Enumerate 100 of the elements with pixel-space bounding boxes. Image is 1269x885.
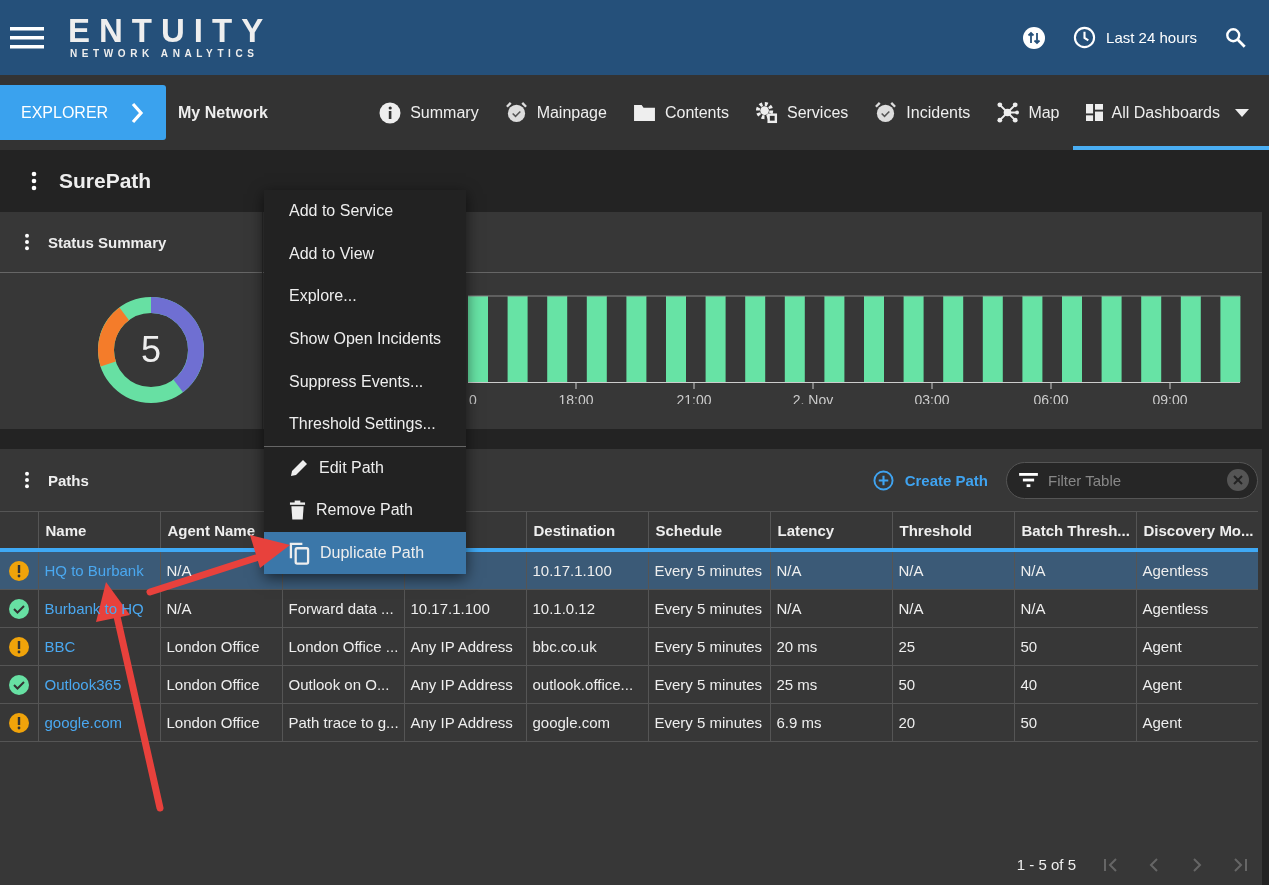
warning-icon xyxy=(9,560,29,581)
trash-icon xyxy=(289,500,306,521)
table-cell: N/A xyxy=(776,600,802,617)
table-cell: Agentless xyxy=(1142,600,1209,617)
nav-tab[interactable]: Map xyxy=(983,75,1073,150)
filter-icon xyxy=(1019,472,1038,488)
nav-tab[interactable]: Incidents xyxy=(861,75,984,150)
card-title: Status Summary xyxy=(48,233,167,251)
alarm-clock-icon xyxy=(504,101,528,124)
table-cell: 50 xyxy=(1020,638,1038,655)
copy-icon xyxy=(289,541,310,565)
table-cell: London Office ... xyxy=(288,638,399,655)
context-label: My Network xyxy=(178,103,268,122)
table-cell: N/A xyxy=(1020,562,1046,579)
column-header[interactable]: Name xyxy=(45,521,87,539)
table-cell: N/A xyxy=(898,562,924,579)
table-cell: Agentless xyxy=(1142,562,1209,579)
menu-item[interactable]: Add to Service xyxy=(264,190,466,233)
row-status-cell[interactable] xyxy=(0,550,38,590)
table-cell: 20 ms xyxy=(776,638,818,655)
pagination-label: 1 - 5 of 5 xyxy=(1016,856,1076,873)
filter-input[interactable]: Filter Table xyxy=(1046,470,1219,490)
create-path-button[interactable]: Create Path xyxy=(872,469,988,491)
add-circle-icon xyxy=(872,469,894,491)
table-cell: Forward data ... xyxy=(288,600,394,617)
pencil-icon xyxy=(289,457,309,478)
table-cell: London Office xyxy=(166,714,260,731)
path-name-link[interactable]: google.com xyxy=(44,714,123,731)
total-count: 5 xyxy=(140,329,162,371)
table-cell: google.com xyxy=(532,714,611,731)
table-cell: N/A xyxy=(776,562,802,579)
alarm-clock-icon xyxy=(874,101,898,124)
card-title: Paths xyxy=(48,471,89,489)
chevron-right-icon xyxy=(130,101,145,124)
table-cell: Every 5 minutes xyxy=(654,600,763,617)
menu-icon[interactable] xyxy=(10,25,44,50)
gear-icon xyxy=(754,101,778,124)
table-cell: Agent xyxy=(1142,714,1182,731)
table-cell: N/A xyxy=(1020,600,1046,617)
table-cell: N/A xyxy=(166,600,192,617)
table-cell: Any IP Address xyxy=(410,638,513,655)
table-cell: 10.1.0.12 xyxy=(532,600,596,617)
warning-icon xyxy=(9,636,29,657)
check-icon xyxy=(9,598,29,619)
check-icon xyxy=(9,674,29,695)
table-cell: N/A xyxy=(898,600,924,617)
table-cell: 25 xyxy=(898,638,916,655)
table-cell: Every 5 minutes xyxy=(654,638,763,655)
menu-item[interactable]: Show Open Incidents xyxy=(264,317,466,361)
table-cell: Every 5 minutes xyxy=(654,676,763,693)
table-cell: Path trace to g... xyxy=(288,714,399,731)
table-cell: London Office xyxy=(166,638,260,655)
menu-item[interactable]: Add to View xyxy=(264,232,466,276)
table-cell: 40 xyxy=(1020,676,1038,693)
dropdown-caret-icon xyxy=(1235,108,1249,117)
table-cell: 20 xyxy=(898,714,916,731)
table-cell: London Office xyxy=(166,676,260,693)
menu-item[interactable]: Suppress Events... xyxy=(264,360,466,403)
logo-subtitle: NETWORK ANALYTICS xyxy=(69,48,259,59)
network-icon xyxy=(996,101,1020,124)
more-vertical-icon[interactable] xyxy=(24,471,30,489)
logo-title: ENTUITY xyxy=(68,16,273,46)
table-cell: bbc.co.uk xyxy=(532,638,597,655)
table-cell: Every 5 minutes xyxy=(654,714,763,731)
table-cell: N/A xyxy=(166,562,192,579)
table-cell: Any IP Address xyxy=(410,676,513,693)
menu-item[interactable]: Duplicate Path xyxy=(264,531,466,575)
nav-tab[interactable]: Summary xyxy=(366,75,492,150)
warning-icon xyxy=(9,712,29,733)
table-cell: 10.17.1.100 xyxy=(410,600,490,617)
more-vertical-icon[interactable] xyxy=(24,233,30,251)
search-icon[interactable] xyxy=(1225,26,1247,49)
table-cell: 6.9 ms xyxy=(776,714,822,731)
menu-item[interactable]: Edit Path xyxy=(264,446,466,490)
more-vertical-icon[interactable] xyxy=(31,171,37,191)
table-cell: Outlook on O... xyxy=(288,676,390,693)
table-cell: 50 xyxy=(1020,714,1038,731)
table-cell: 10.17.1.100 xyxy=(532,562,612,579)
path-name-link[interactable]: BBC xyxy=(44,638,76,655)
table-cell: Agent xyxy=(1142,676,1182,693)
menu-item[interactable]: Remove Path xyxy=(264,489,466,532)
table-cell: Any IP Address xyxy=(410,714,513,731)
nav-tab[interactable]: Contents xyxy=(619,75,742,150)
menu-item[interactable]: Explore... xyxy=(264,275,466,318)
time-range-button[interactable]: Last 24 hours xyxy=(1073,26,1197,49)
nav-tab[interactable]: Services xyxy=(741,75,862,150)
table-cell: 50 xyxy=(898,676,916,693)
clock-icon xyxy=(1073,26,1097,49)
page-title: SurePath xyxy=(59,169,152,193)
table-cell: 25 ms xyxy=(776,676,818,693)
menu-item[interactable]: Threshold Settings... xyxy=(264,402,466,446)
nav-tab[interactable]: Mainpage xyxy=(491,75,620,150)
filter-field[interactable]: Filter Table xyxy=(1006,461,1258,499)
table-cell: Agent xyxy=(1142,638,1182,655)
folder-icon xyxy=(632,103,656,122)
nav-tab[interactable]: All Dashboards xyxy=(1072,75,1269,150)
sync-icon[interactable] xyxy=(1023,26,1046,49)
info-icon xyxy=(379,101,402,124)
path-name-link[interactable]: Outlook365 xyxy=(44,676,122,693)
dashboard-icon xyxy=(1085,104,1103,121)
